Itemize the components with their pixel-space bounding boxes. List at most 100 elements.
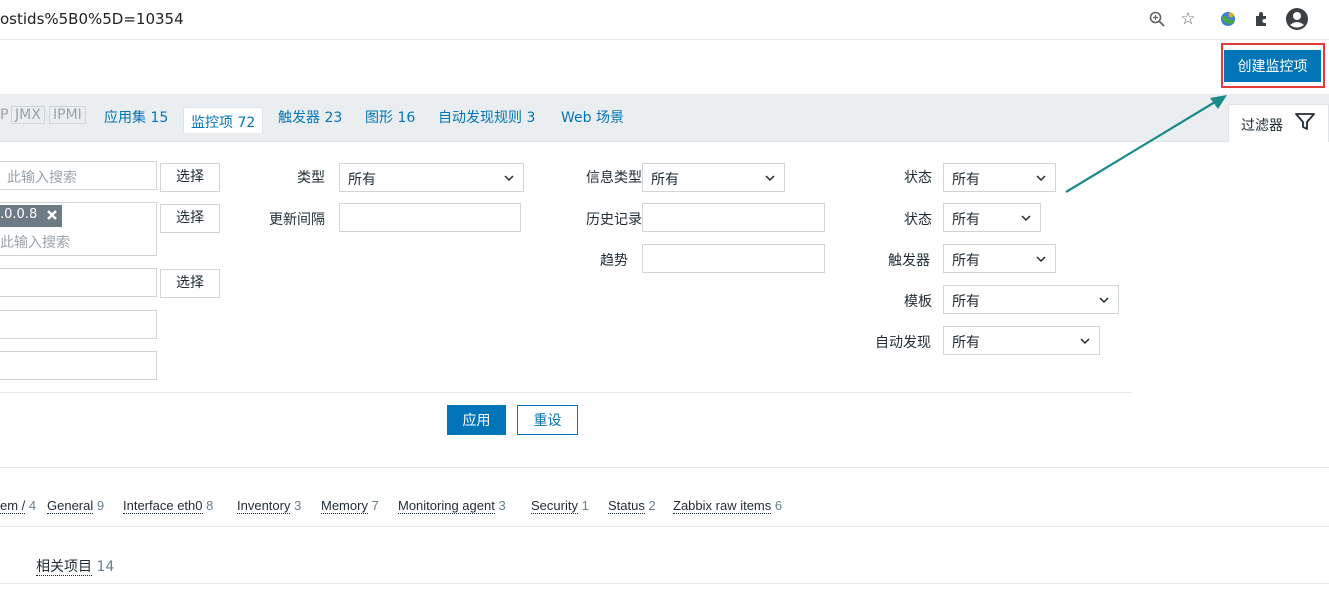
tab-count: 15 bbox=[150, 110, 169, 126]
host-tag-label: .0.0.8 bbox=[0, 207, 38, 222]
tab-label: 应用集 bbox=[104, 110, 146, 126]
subfilter-name: Zabbix raw items bbox=[673, 498, 772, 514]
triggers-select-value: 所有 bbox=[952, 253, 980, 269]
related-items-filter[interactable]: 相关项目 14 bbox=[36, 556, 114, 576]
tab-web-scenarios[interactable]: Web 场景 bbox=[561, 107, 624, 127]
tab-label: 自动发现规则 bbox=[438, 110, 522, 126]
subfilter-count: 2 bbox=[648, 498, 656, 513]
subfilter-count: 6 bbox=[774, 498, 783, 513]
chevron-down-icon bbox=[1080, 338, 1090, 345]
template-label: 模板 bbox=[904, 294, 932, 310]
tab-graphs[interactable]: 图形 16 bbox=[365, 107, 415, 127]
history-input[interactable] bbox=[642, 203, 825, 232]
subfilter-item[interactable]: Interface eth0 8 bbox=[123, 498, 214, 514]
update-interval-label: 更新间隔 bbox=[269, 212, 325, 228]
host-group-search-input[interactable]: 此输入搜索 bbox=[0, 161, 157, 190]
filter-divider bbox=[0, 392, 1132, 393]
filter-label: 过滤器 bbox=[1241, 118, 1283, 134]
triggers-select[interactable]: 所有 bbox=[943, 244, 1056, 273]
triggers-label: 触发器 bbox=[888, 253, 930, 269]
tab-discovery-rules[interactable]: 自动发现规则 3 bbox=[438, 107, 535, 127]
profile-avatar-icon[interactable] bbox=[1284, 6, 1310, 32]
tab-items-active[interactable]: 监控项 72 bbox=[183, 107, 264, 133]
subfilter-name: General bbox=[47, 498, 94, 514]
create-item-button[interactable]: 创建监控项 bbox=[1224, 50, 1321, 82]
subfilter-item[interactable]: Security 1 bbox=[531, 498, 589, 514]
related-count: 14 bbox=[96, 559, 115, 575]
subfilter-item[interactable]: Memory 7 bbox=[321, 498, 379, 514]
trends-input[interactable] bbox=[642, 244, 825, 273]
key-input[interactable] bbox=[0, 351, 157, 380]
tab-ipmi[interactable]: IPMI bbox=[49, 106, 86, 124]
tab-p-partial[interactable]: P bbox=[0, 107, 8, 123]
subfilter-count: 1 bbox=[581, 498, 589, 513]
template-select[interactable]: 所有 bbox=[943, 285, 1119, 314]
type-select-value: 所有 bbox=[348, 172, 376, 188]
info-type-label: 信息类型 bbox=[586, 170, 642, 186]
subfilter-item[interactable]: Monitoring agent 3 bbox=[398, 498, 506, 514]
chevron-down-icon bbox=[1036, 256, 1046, 263]
tab-label: 触发器 bbox=[278, 110, 320, 126]
name-input[interactable] bbox=[0, 310, 157, 339]
related-name: 相关项目 bbox=[36, 559, 92, 576]
subfilter-item[interactable]: General 9 bbox=[47, 498, 104, 514]
bookmark-star-icon[interactable]: ☆ bbox=[1175, 6, 1201, 32]
subfilter-name: Status bbox=[608, 498, 645, 514]
filter-funnel-icon bbox=[1295, 113, 1315, 130]
discovery-select[interactable]: 所有 bbox=[943, 326, 1100, 355]
tab-label: 图形 bbox=[365, 110, 393, 126]
subfilter-count: 8 bbox=[206, 498, 214, 513]
tab-label: Web 场景 bbox=[561, 110, 624, 126]
info-type-select-value: 所有 bbox=[651, 172, 679, 188]
tab-jmx[interactable]: JMX bbox=[11, 106, 45, 124]
annotation-arrow bbox=[1065, 95, 1227, 193]
discovery-label: 自动发现 bbox=[875, 335, 931, 351]
subfilter-item[interactable]: em / 4 bbox=[0, 498, 36, 514]
subfilter-count: 3 bbox=[294, 498, 302, 513]
select-application-button[interactable]: 选择 bbox=[160, 269, 220, 298]
reset-button[interactable]: 重设 bbox=[517, 405, 578, 435]
apply-button[interactable]: 应用 bbox=[447, 405, 506, 435]
template-select-value: 所有 bbox=[952, 294, 980, 310]
extensions-puzzle-icon[interactable] bbox=[1249, 6, 1275, 32]
tab-count: 16 bbox=[397, 110, 416, 126]
status-select[interactable]: 所有 bbox=[943, 203, 1041, 232]
subfilter-divider bbox=[0, 526, 1329, 527]
select-host-group-button[interactable]: 选择 bbox=[160, 163, 220, 192]
subfilter-item[interactable]: Status 2 bbox=[608, 498, 656, 514]
discovery-select-value: 所有 bbox=[952, 335, 980, 351]
tab-triggers[interactable]: 触发器 23 bbox=[278, 107, 342, 127]
info-type-select[interactable]: 所有 bbox=[642, 163, 785, 192]
tab-count: 23 bbox=[324, 110, 343, 126]
subfilter-name: Interface eth0 bbox=[123, 498, 203, 514]
subfilter-name: Inventory bbox=[237, 498, 291, 514]
state-select[interactable]: 所有 bbox=[943, 163, 1056, 192]
state-label: 状态 bbox=[904, 170, 932, 186]
update-interval-input[interactable] bbox=[339, 203, 521, 232]
history-label: 历史记录 bbox=[586, 212, 642, 228]
chevron-down-icon bbox=[504, 175, 514, 182]
subfilter-name: Monitoring agent bbox=[398, 498, 495, 514]
status-select-value: 所有 bbox=[952, 212, 980, 228]
host-search-placeholder: 此输入搜索 bbox=[0, 235, 70, 251]
application-input[interactable] bbox=[0, 268, 157, 297]
subfilter-name: em / bbox=[0, 498, 26, 514]
type-label: 类型 bbox=[297, 170, 325, 186]
type-select[interactable]: 所有 bbox=[339, 163, 524, 192]
select-host-button[interactable]: 选择 bbox=[160, 204, 220, 233]
chevron-down-icon bbox=[1099, 297, 1109, 304]
zoom-icon[interactable] bbox=[1144, 6, 1170, 32]
subfilter-name: Security bbox=[531, 498, 578, 514]
section-divider bbox=[0, 467, 1329, 468]
bottom-divider bbox=[0, 583, 1329, 584]
subfilter-item[interactable]: Inventory 3 bbox=[237, 498, 302, 514]
trends-label: 趋势 bbox=[600, 253, 628, 269]
remove-tag-icon[interactable] bbox=[46, 209, 58, 221]
browser-address-bar: ostids%5B0%5D=10354 ☆ bbox=[0, 0, 1329, 40]
url-text[interactable]: ostids%5B0%5D=10354 bbox=[0, 10, 184, 28]
subfilter-item[interactable]: Zabbix raw items 6 bbox=[673, 498, 783, 514]
chevron-down-icon bbox=[765, 175, 775, 182]
filter-toggle-tab[interactable]: 过滤器 bbox=[1228, 104, 1329, 142]
extension-globe-icon[interactable] bbox=[1215, 6, 1241, 32]
tab-applications[interactable]: 应用集 15 bbox=[104, 107, 168, 127]
